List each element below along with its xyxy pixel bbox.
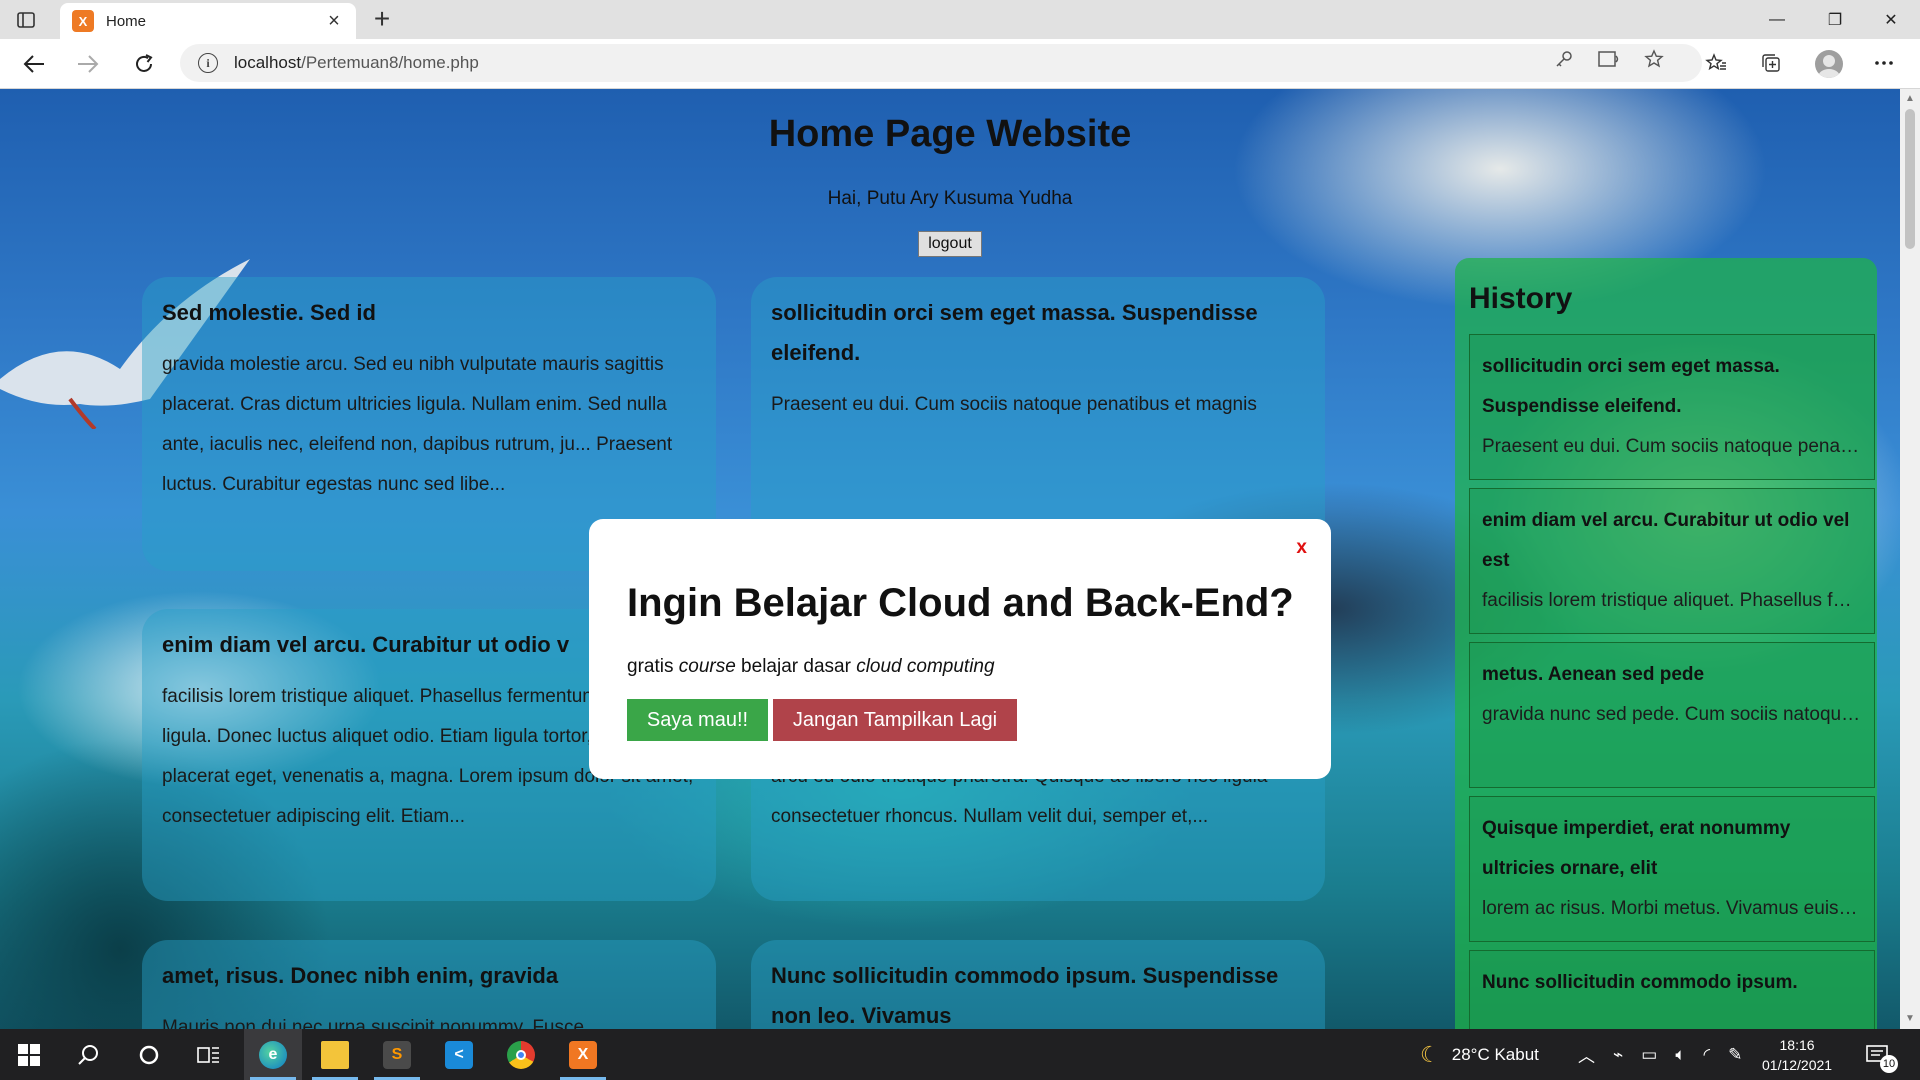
history-list: sollicitudin orci sem eget massa. Suspen… — [1469, 334, 1875, 1029]
article-card[interactable]: amet, risus. Donec nibh enim, gravida Ma… — [142, 940, 716, 1029]
history-heading: History — [1469, 282, 1573, 315]
notification-center-icon[interactable]: 10 — [1866, 1029, 1898, 1080]
navigation-bar: i localhost/Pertemuan8/home.php — [0, 39, 1920, 89]
system-tray: ︿ ⌁ ▭ 🔈︎ ◜ ✎ — [1578, 1029, 1742, 1080]
start-windows-icon[interactable] — [0, 1029, 58, 1080]
history-item-snippet: Praesent eu dui. Cum sociis natoque pena… — [1482, 436, 1862, 457]
windows-taskbar: e S < X ☾ 28°C Kabut ︿ ⌁ ▭ 🔈︎ ◜ ✎ 18:16 … — [0, 1029, 1920, 1080]
maximize-button[interactable]: ❐ — [1806, 0, 1864, 39]
moon-weather-icon: ☾ — [1420, 1041, 1440, 1067]
collections-icon[interactable] — [1757, 49, 1785, 77]
history-item-snippet: gravida nunc sed pede. Cum sociis natoqu… — [1482, 704, 1862, 725]
clock-date: 01/12/2021 — [1762, 1056, 1833, 1073]
forward-arrow-icon[interactable] — [72, 48, 104, 80]
immersive-reader-icon[interactable] — [1598, 48, 1620, 70]
xampp-favicon-icon: X — [72, 10, 94, 32]
history-panel: History sollicitudin orci sem eget massa… — [1455, 258, 1877, 1029]
scroll-up-icon[interactable]: ▲ — [1904, 93, 1916, 105]
weather-widget[interactable]: ☾ 28°C Kabut — [1420, 1029, 1539, 1080]
scroll-thumb[interactable] — [1905, 109, 1915, 249]
search-icon[interactable] — [60, 1029, 118, 1080]
card-body: Praesent eu dui. Cum sociis natoque pena… — [771, 394, 1257, 415]
refresh-icon[interactable] — [128, 48, 160, 80]
tab-close-icon[interactable]: × — [324, 10, 344, 33]
history-item-title: Nunc sollicitudin commodo ipsum. — [1482, 972, 1798, 993]
modal-close-button[interactable]: x — [1296, 537, 1307, 559]
file-explorer-app-icon[interactable] — [306, 1029, 364, 1080]
favorites-icon[interactable] — [1702, 49, 1730, 77]
card-title: Nunc sollicitudin commodo ipsum. Suspend… — [771, 963, 1279, 1028]
history-item[interactable]: enim diam vel arcu. Curabitur ut odio ve… — [1469, 488, 1875, 634]
profile-avatar-icon[interactable] — [1815, 50, 1843, 78]
tab-actions-icon[interactable] — [14, 8, 38, 32]
history-item-snippet: facilisis lorem tristique aliquet. Phase… — [1482, 590, 1862, 611]
history-item-title: metus. Aenean sed pede — [1482, 664, 1705, 685]
history-item[interactable]: metus. Aenean sed pede gravida nunc sed … — [1469, 642, 1875, 788]
article-card[interactable]: Nunc sollicitudin commodo ipsum. Suspend… — [751, 940, 1325, 1029]
history-item-title: enim diam vel arcu. Curabitur ut odio ve… — [1482, 510, 1850, 571]
page-viewport: Home Page Website Hai, Putu Ary Kusuma Y… — [0, 89, 1900, 1029]
address-bar[interactable]: i localhost/Pertemuan8/home.php — [180, 44, 1702, 82]
page-title: Home Page Website — [768, 113, 1132, 155]
task-view-icon[interactable] — [180, 1029, 238, 1080]
more-menu-icon[interactable] — [1870, 49, 1898, 77]
pen-icon[interactable]: ✎ — [1728, 1045, 1742, 1065]
url-text: localhost/Pertemuan8/home.php — [234, 53, 479, 72]
modal-description: gratis course belajar dasar cloud comput… — [627, 656, 995, 677]
chrome-app-icon[interactable] — [492, 1029, 550, 1080]
cortana-icon[interactable] — [120, 1029, 178, 1080]
logout-button[interactable]: logout — [918, 231, 982, 257]
history-item[interactable]: Quisque imperdiet, erat nonummy ultricie… — [1469, 796, 1875, 942]
network-status-icon[interactable]: ⌁ — [1613, 1045, 1623, 1065]
new-tab-button[interactable]: + — [368, 5, 396, 34]
dismiss-forever-button[interactable]: Jangan Tampilkan Lagi — [773, 699, 1017, 741]
back-arrow-icon[interactable] — [18, 48, 50, 80]
history-item-title: Quisque imperdiet, erat nonummy ultricie… — [1482, 818, 1791, 879]
history-item[interactable]: sollicitudin orci sem eget massa. Suspen… — [1469, 334, 1875, 480]
edge-browser-app-icon[interactable]: e — [244, 1029, 302, 1080]
browser-tab-home[interactable]: X Home × — [60, 3, 356, 39]
card-title: Sed molestie. Sed id — [162, 300, 376, 325]
vscode-app-icon[interactable]: < — [430, 1029, 488, 1080]
site-info-icon[interactable]: i — [198, 53, 218, 73]
scroll-down-icon[interactable]: ▼ — [1904, 1013, 1916, 1025]
weather-text: 28°C Kabut — [1451, 1044, 1539, 1064]
card-title: amet, risus. Donec nibh enim, gravida — [162, 963, 559, 988]
card-body: Mauris non dui nec urna suscipit nonummy… — [162, 1017, 585, 1029]
wifi-icon[interactable]: ◜ — [1704, 1045, 1711, 1065]
close-window-button[interactable]: ✕ — [1862, 0, 1920, 39]
modal-heading: Ingin Belajar Cloud and Back-End? — [627, 581, 1294, 625]
page-scrollbar[interactable]: ▲ ▼ — [1900, 89, 1920, 1029]
promo-modal: x Ingin Belajar Cloud and Back-End? grat… — [589, 519, 1331, 779]
history-item[interactable]: Nunc sollicitudin commodo ipsum. — [1469, 950, 1875, 1029]
accept-button[interactable]: Saya mau!! — [627, 699, 768, 741]
minimize-button[interactable]: — — [1748, 0, 1806, 39]
battery-icon[interactable]: ▭ — [1641, 1045, 1657, 1065]
sublime-text-app-icon[interactable]: S — [368, 1029, 426, 1080]
tab-strip: X Home × + — ❐ ✕ — [0, 0, 1920, 39]
notification-badge: 10 — [1880, 1055, 1898, 1073]
history-item-snippet: lorem ac risus. Morbi metus. Vivamus eui… — [1482, 898, 1862, 919]
card-title: sollicitudin orci sem eget massa. Suspen… — [771, 300, 1258, 365]
greeting-text: Hai, Putu Ary Kusuma Yudha — [827, 188, 1073, 209]
card-body: gravida molestie arcu. Sed eu nibh vulpu… — [162, 354, 673, 495]
history-item-title: sollicitudin orci sem eget massa. Suspen… — [1482, 356, 1780, 417]
key-icon[interactable] — [1553, 48, 1575, 70]
volume-icon[interactable]: 🔈︎ — [1675, 1045, 1685, 1065]
clock-time: 18:16 — [1779, 1036, 1815, 1053]
clock[interactable]: 18:16 01/12/2021 — [1762, 1029, 1832, 1080]
tab-title: Home — [106, 12, 147, 30]
chevron-up-icon[interactable]: ︿ — [1578, 1042, 1595, 1067]
xampp-app-icon[interactable]: X — [554, 1029, 612, 1080]
add-favorite-star-icon[interactable] — [1643, 48, 1665, 70]
